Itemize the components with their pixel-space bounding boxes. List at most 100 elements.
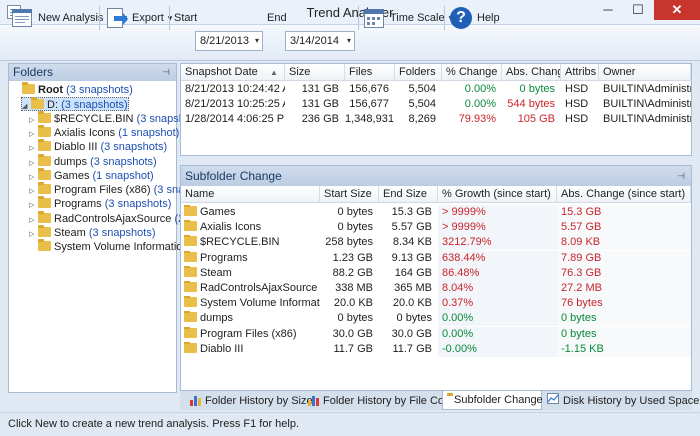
table-cell: 20.0 KB <box>392 297 432 310</box>
toolbar-separator <box>99 6 100 30</box>
column-header[interactable]: Files <box>345 64 395 81</box>
end-label: End <box>267 5 287 31</box>
maximize-button[interactable]: ☐ <box>623 0 653 20</box>
table-row[interactable]: 1/28/2014 4:06:25 PM 236 GB 1,348,931 8,269… <box>181 112 691 127</box>
tree-item[interactable]: ▷ Steam (3 snapshots) <box>29 225 156 240</box>
table-cell: Programs <box>184 250 320 266</box>
table-cell: 0 bytes <box>557 326 691 342</box>
folder-name: Games <box>200 206 236 218</box>
table-row[interactable]: RadControlsAjaxSource 338 MB 365 MB 8.04% 27… <box>181 281 691 296</box>
folder-icon <box>184 205 197 216</box>
tree-item[interactable]: ▷ Axialis Icons (1 snapshot) <box>29 124 179 140</box>
tree-item-snapshot-count: (3 snapshots) <box>88 227 156 239</box>
table-cell: 0.00% <box>464 83 496 95</box>
table-cell: 0.00% <box>438 311 557 327</box>
table-row[interactable]: $RECYCLE.BIN 258 bytes 8.34 KB 3212.79% 8.09… <box>181 235 691 251</box>
tab-label: Folder History by Size <box>205 394 313 407</box>
table-row[interactable]: Games 0 bytes 15.3 GB > 9999% 15.3 GB <box>181 205 691 220</box>
table-cell: HSD <box>565 113 589 125</box>
table-cell: 8.34 KB <box>392 236 432 249</box>
tree-item-snapshot-count: (3 snapshots) <box>66 84 133 96</box>
help-button[interactable]: ? Help <box>449 5 500 31</box>
start-label-text: Start <box>174 12 198 24</box>
help-icon: ? <box>449 6 473 30</box>
column-header[interactable]: Abs. Change <box>502 64 561 81</box>
tree-item[interactable]: ▷ Diablo III (3 snapshots) <box>29 139 168 154</box>
column-header[interactable]: Snapshot Date ▲ <box>181 64 285 81</box>
pin-icon[interactable]: ⊣ <box>162 64 170 81</box>
tree-item-snapshot-count: (3 snapshots) <box>90 155 157 168</box>
folder-icon <box>38 196 51 209</box>
table-cell: 8.09 KB <box>557 235 691 251</box>
folder-name: RadControlsAjaxSource <box>200 282 318 294</box>
tree-item[interactable]: ▷ Games (1 snapshot) <box>29 167 154 183</box>
minimize-button[interactable]: ─ <box>593 0 623 20</box>
column-header[interactable]: Folders <box>395 64 442 81</box>
table-row[interactable]: System Volume Information 20.0 KB 20.0 KB 0… <box>181 296 691 312</box>
folders-pane-header: Folders ⊣ <box>9 64 176 81</box>
table-row[interactable]: 8/21/2013 10:25:25 AM 131 GB 156,677 5,504 0… <box>181 97 691 112</box>
folder-icon <box>22 82 35 94</box>
tree-item-name: Games <box>54 169 93 182</box>
tab-label: Subfolder Change <box>454 394 543 406</box>
table-cell: 0 bytes <box>557 311 691 327</box>
tree-item-snapshot-count: (3 snapshots) <box>100 141 168 154</box>
close-button[interactable]: ✕ <box>654 0 700 20</box>
time-scale-label: Time Scale <box>390 12 445 24</box>
tab-disk-history-by-used-space[interactable]: Disk History by Used Space <box>543 391 699 410</box>
folder-icon <box>184 265 197 277</box>
new-analysis-button[interactable]: New Analysis <box>10 5 103 31</box>
folder-icon <box>38 182 51 195</box>
column-header[interactable]: % Change <box>442 64 502 81</box>
help-label: Help <box>477 12 500 24</box>
status-bar: Click New to create a new trend analysis… <box>0 412 700 436</box>
table-row[interactable]: Axialis Icons 0 bytes 5.57 GB > 9999% 5.57 G… <box>181 220 691 236</box>
folder-icon <box>38 153 51 166</box>
tree-item[interactable]: ▷ dumps (3 snapshots) <box>29 153 157 169</box>
new-analysis-label: New Analysis <box>38 12 104 24</box>
tree-item[interactable]: Root (3 snapshots) <box>13 82 133 97</box>
table-cell: 8.04% <box>438 281 557 296</box>
table-cell: 258 bytes <box>325 236 373 249</box>
column-header[interactable]: Name <box>181 186 320 203</box>
table-cell: 0 bytes <box>519 83 555 95</box>
table-row[interactable]: Diablo III 11.7 GB 11.7 GB -0.00% -1.15 KB <box>181 341 691 357</box>
table-cell: 5.57 GB <box>557 220 691 236</box>
table-cell: 5.57 GB <box>391 221 432 234</box>
column-header[interactable]: % Growth (since start) ▼ <box>438 186 557 203</box>
start-date-picker[interactable]: 8/21/2013 ▾ <box>195 31 263 51</box>
end-date-picker[interactable]: 3/14/2014 ▾ <box>285 31 355 51</box>
column-header[interactable]: Owner <box>599 64 691 81</box>
folder-icon <box>38 239 51 252</box>
export-button[interactable]: Export ▾ <box>104 5 172 31</box>
column-header[interactable]: Attribs <box>561 64 599 81</box>
tree-item-name: dumps <box>54 155 91 168</box>
folder-icon <box>38 225 51 237</box>
table-row[interactable]: Steam 88.2 GB 164 GB 86.48% 76.3 GB <box>181 265 691 281</box>
table-cell: 365 MB <box>394 282 432 294</box>
start-date-value: 8/21/2013 <box>200 35 249 47</box>
table-row[interactable]: Programs 1.23 GB 9.13 GB 638.44% 7.89 GB <box>181 250 691 266</box>
tab-subfolder-change[interactable]: Subfolder Change <box>442 391 543 410</box>
table-row[interactable]: 8/21/2013 10:24:42 AM 131 GB 156,676 5,504 0… <box>181 82 691 97</box>
tree-item[interactable]: ◢ D: (3 snapshots) <box>21 97 129 112</box>
tree-item[interactable]: ▷ $RECYCLE.BIN (3 snapshots) <box>29 110 203 126</box>
tab-folder-history-by-file-count[interactable]: Folder History by File Count <box>304 391 459 410</box>
table-cell: 3212.79% <box>438 235 557 251</box>
new-analysis-icon <box>10 6 34 30</box>
time-scale-button[interactable]: Time Scale ▾ <box>362 5 453 31</box>
table-cell: 105 GB <box>517 113 555 125</box>
column-header[interactable]: Abs. Change (since start) <box>557 186 691 203</box>
table-row[interactable]: dumps 0 bytes 0 bytes 0.00% 0 bytes <box>181 311 691 327</box>
column-header[interactable]: End Size <box>379 186 438 203</box>
column-header[interactable]: Start Size <box>320 186 379 203</box>
pin-icon[interactable]: ⊣ <box>677 166 685 186</box>
table-row[interactable]: Program Files (x86) 30.0 GB 30.0 GB 0.00% 0 … <box>181 326 691 342</box>
tree-item[interactable]: ▷ Programs (3 snapshots) <box>29 196 171 211</box>
table-cell: BUILTIN\Administrators <box>603 113 691 125</box>
folder-icon <box>38 210 51 223</box>
table-cell: 1.23 GB <box>332 251 373 264</box>
folder-icon <box>184 220 197 232</box>
column-header[interactable]: Size <box>285 64 345 81</box>
tab-folder-history-by-size[interactable]: Folder History by Size <box>186 391 313 410</box>
